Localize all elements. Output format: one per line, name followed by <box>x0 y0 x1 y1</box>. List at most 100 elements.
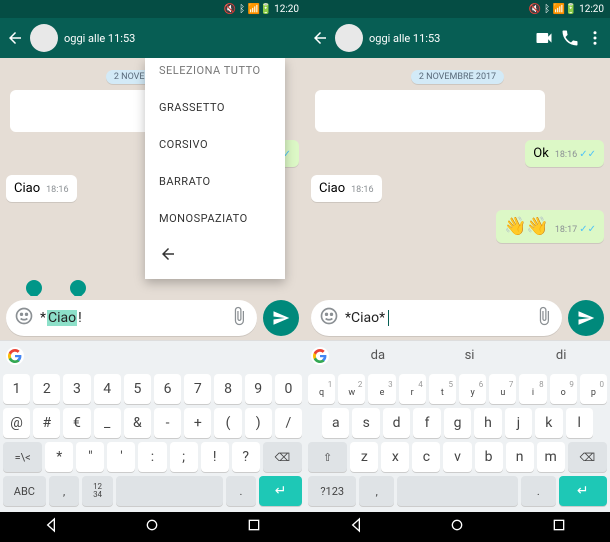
nav-recent-icon[interactable] <box>551 517 567 537</box>
suggestion[interactable]: di <box>518 348 604 363</box>
key-[interactable]: @ <box>3 408 30 438</box>
nav-back-icon[interactable] <box>348 517 364 537</box>
key-k[interactable]: k <box>535 408 562 438</box>
key-123[interactable]: ?123 <box>308 476 356 506</box>
key-p[interactable]: 0p <box>580 374 607 404</box>
selection-handle-right[interactable] <box>67 277 90 296</box>
key-i[interactable]: 8i <box>519 374 546 404</box>
key-r[interactable]: 4r <box>399 374 426 404</box>
key-[interactable]: ⌫ <box>263 442 302 472</box>
key-u[interactable]: 7u <box>489 374 516 404</box>
back-icon[interactable] <box>6 29 24 47</box>
menu-icon[interactable] <box>586 29 604 47</box>
key-[interactable]: ↵ <box>259 476 302 506</box>
key-[interactable]: , <box>359 476 394 506</box>
chat-subtitle[interactable]: oggi alle 11:53 <box>369 32 528 45</box>
key-7[interactable]: 7 <box>184 374 211 404</box>
menu-item-strike[interactable]: BARRATO <box>145 163 285 200</box>
key-[interactable]: . <box>521 476 556 506</box>
key-[interactable]: ' <box>107 442 135 472</box>
key-y[interactable]: 6y <box>459 374 486 404</box>
key-ABC[interactable]: ABC <box>3 476 46 506</box>
avatar[interactable] <box>335 24 363 52</box>
key-1[interactable]: 1 <box>3 374 30 404</box>
key-g[interactable]: g <box>444 408 471 438</box>
key-[interactable]: ? <box>232 442 260 472</box>
back-icon[interactable] <box>311 29 329 47</box>
key-f[interactable]: f <box>413 408 440 438</box>
key-x[interactable]: x <box>381 442 409 472</box>
message-input[interactable]: *Ciao* <box>345 310 528 326</box>
message-input-pill[interactable]: *Ciao* <box>311 300 562 336</box>
key-0[interactable]: 0 <box>275 374 302 404</box>
key-5[interactable]: 5 <box>124 374 151 404</box>
key-[interactable]: # <box>33 408 60 438</box>
suggestion[interactable]: da <box>335 348 421 363</box>
emoji-icon[interactable] <box>319 306 339 330</box>
menu-item-italic[interactable]: CORSIVO <box>145 126 285 163</box>
key-[interactable]: & <box>124 408 151 438</box>
bubble-received[interactable]: Ciao18:16 <box>6 175 77 202</box>
bubble-sent-emoji[interactable]: 👋👋18:17✓✓ <box>496 210 604 243</box>
key-[interactable]: ( <box>214 408 241 438</box>
bubble-received[interactable]: Ciao18:16 <box>311 175 382 202</box>
chat-subtitle[interactable]: oggi alle 11:53 <box>64 32 299 45</box>
nav-back-icon[interactable] <box>43 517 59 537</box>
selection-handle-left[interactable] <box>23 277 46 296</box>
google-icon[interactable] <box>6 347 24 365</box>
avatar[interactable] <box>30 24 58 52</box>
key-[interactable]: . <box>226 476 257 506</box>
menu-item-bold[interactable]: GRASSETTO <box>145 89 285 126</box>
key-[interactable]: ⌫ <box>568 442 607 472</box>
key-[interactable]: ) <box>245 408 272 438</box>
emoji-icon[interactable] <box>14 306 34 330</box>
key-[interactable]: ↵ <box>559 476 607 506</box>
bubble-sent-ok[interactable]: Ok18:16✓✓ <box>525 140 604 167</box>
selection-handles[interactable] <box>26 280 86 296</box>
key-w[interactable]: 2w <box>338 374 365 404</box>
attach-icon[interactable] <box>534 306 554 330</box>
key-b[interactable]: b <box>475 442 503 472</box>
key-d[interactable]: d <box>383 408 410 438</box>
key-8[interactable]: 8 <box>214 374 241 404</box>
key-[interactable]: ! <box>201 442 229 472</box>
google-icon[interactable] <box>311 347 329 365</box>
key-6[interactable]: 6 <box>154 374 181 404</box>
key-[interactable]: ; <box>170 442 198 472</box>
call-icon[interactable] <box>560 28 580 48</box>
key-9[interactable]: 9 <box>245 374 272 404</box>
key-a[interactable]: a <box>322 408 349 438</box>
key-[interactable]: € <box>63 408 90 438</box>
menu-item-select-all[interactable]: SELEZIONA TUTTO <box>145 58 285 89</box>
key-[interactable]: * <box>45 442 73 472</box>
key-c[interactable]: c <box>412 442 440 472</box>
key-[interactable]: - <box>154 408 181 438</box>
key-2[interactable]: 2 <box>33 374 60 404</box>
key-z[interactable]: z <box>350 442 378 472</box>
key-[interactable] <box>397 476 518 506</box>
send-button[interactable] <box>263 300 299 336</box>
message-input-pill[interactable]: *Ciao! <box>6 300 257 336</box>
key-v[interactable]: v <box>443 442 471 472</box>
key-o[interactable]: 9o <box>550 374 577 404</box>
key-[interactable]: _ <box>94 408 121 438</box>
key-4[interactable]: 4 <box>94 374 121 404</box>
menu-back-icon[interactable] <box>145 237 285 275</box>
message-input[interactable]: *Ciao! <box>40 310 223 326</box>
key-q[interactable]: 1q <box>308 374 335 404</box>
key-frac[interactable]: 1234 <box>82 476 113 506</box>
key-e[interactable]: 3e <box>368 374 395 404</box>
suggestion[interactable]: si <box>427 348 513 363</box>
key-m[interactable]: m <box>537 442 565 472</box>
key-[interactable]: =\< <box>3 442 42 472</box>
key-t[interactable]: 5t <box>429 374 456 404</box>
key-[interactable]: : <box>138 442 166 472</box>
key-[interactable]: , <box>49 476 80 506</box>
nav-home-icon[interactable] <box>144 517 160 537</box>
key-j[interactable]: j <box>505 408 532 438</box>
key-l[interactable]: l <box>566 408 593 438</box>
key-n[interactable]: n <box>506 442 534 472</box>
key-3[interactable]: 3 <box>63 374 90 404</box>
key-h[interactable]: h <box>474 408 501 438</box>
videocall-icon[interactable] <box>534 28 554 48</box>
